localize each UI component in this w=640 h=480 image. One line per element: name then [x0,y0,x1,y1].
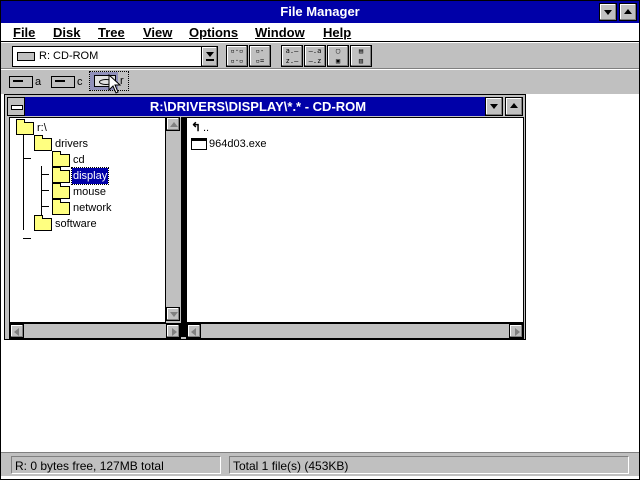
minimize-icon [604,10,612,15]
directory-title: R:\DRIVERS\DISPLAY\*.* - CD-ROM [149,99,367,114]
directory-maximize-button[interactable] [505,97,523,116]
arrow-up-icon [170,122,178,127]
drive-a[interactable]: a [9,73,45,91]
scroll-up-button[interactable] [166,117,180,131]
tree-node-label: software [55,218,97,230]
arrow-right-icon [172,328,177,336]
drive-dropdown-button[interactable] [201,47,217,66]
connect-network-drive-button[interactable]: ▫·▫ ▫·▫ [226,45,248,67]
menu-help-label: Help [323,25,352,40]
menu-disk-label: Disk [53,25,81,40]
sort-by-type-button[interactable]: —.a —.z [304,45,326,67]
scroll-right-button[interactable] [509,324,523,338]
directory-tree[interactable]: r:\ drivers cd display mouse network sof… [9,117,169,323]
tree-node-label: drivers [55,138,89,150]
title-bar[interactable]: File Manager [1,1,639,23]
floppy-drive-icon [9,76,33,88]
tree-node-label: r:\ [37,122,47,134]
arrow-right-icon [515,328,520,336]
minimize-icon [490,104,498,109]
drive-select[interactable]: R: CD-ROM [12,46,218,67]
menu-window-label: Window [255,25,305,40]
menu-disk[interactable]: Disk [51,24,82,41]
menu-tree-label: Tree [98,25,125,40]
open-folder-icon [16,119,34,135]
directory-minimize-button[interactable] [485,97,503,116]
maximize-button[interactable] [619,3,637,21]
arrow-left-icon [191,328,196,336]
sort-by-name-icon: a.— z.— [285,47,299,65]
tree-node-label: network [73,202,112,214]
arrow-left-icon [14,328,19,336]
cdrom-drive-icon [17,52,35,61]
folder-icon [52,183,70,199]
menu-file[interactable]: File [11,24,37,41]
menu-help[interactable]: Help [321,24,353,41]
status-bar: R: 0 bytes free, 127MB total Total 1 fil… [1,452,639,476]
maximize-icon [624,9,632,14]
tree-node-label: mouse [73,186,107,198]
copy-disk-icon: ▢ ▣ [335,47,341,65]
copy-disk-button[interactable]: ▢ ▣ [327,45,349,67]
directory-window: R:\DRIVERS\DISPLAY\*.* - CD-ROM r:\ driv… [4,94,526,340]
folder-icon [52,151,70,167]
sort-by-type-icon: —.a —.z [308,47,322,65]
drive-c[interactable]: c [51,73,87,91]
drive-bar: a c r [1,70,639,94]
folder-icon [34,215,52,231]
control-menu-button[interactable] [7,97,25,116]
file-list[interactable]: ↰ .. 964d03.exe [186,117,524,323]
files-horizontal-scrollbar[interactable] [186,323,524,339]
menu-file-label: File [13,25,36,40]
status-file-total: Total 1 file(s) (453KB) [229,456,629,474]
open-folder-icon [52,167,70,183]
minimize-button[interactable] [599,3,617,21]
scroll-right-button[interactable] [166,324,180,338]
executable-icon [191,138,207,150]
folder-icon [52,199,70,215]
app-title: File Manager [280,4,360,19]
menu-view[interactable]: View [141,24,174,41]
drive-select-value: R: CD-ROM [39,50,99,62]
menu-options[interactable]: Options [187,24,240,41]
mouse-pointer-icon [108,74,122,94]
directory-title-bar[interactable]: R:\DRIVERS\DISPLAY\*.* - CD-ROM [25,97,491,116]
properties-icon: ▤ ▥ [358,47,364,65]
menu-window[interactable]: Window [253,24,307,41]
drive-a-label: a [35,76,42,88]
arrow-down-icon [170,312,178,317]
scroll-down-button[interactable] [166,307,180,321]
tree-horizontal-scrollbar[interactable] [9,323,181,339]
properties-button[interactable]: ▤ ▥ [350,45,372,67]
sort-by-name-button[interactable]: a.— z.— [281,45,303,67]
menu-tree[interactable]: Tree [96,24,127,41]
tree-node-label-selected: display [70,167,110,185]
drive-c-label: c [77,76,83,88]
connect-network-drive-icon: ▫·▫ ▫·▫ [230,47,244,65]
hard-drive-icon [51,76,75,88]
menu-view-label: View [143,25,173,40]
open-folder-icon [34,135,52,151]
scroll-left-button[interactable] [187,324,201,338]
tree-node-label: cd [73,154,85,166]
file-label: .. [203,122,210,134]
tree-vertical-scrollbar[interactable] [165,117,181,323]
disconnect-network-drive-button[interactable]: ▫- ▫= [249,45,271,67]
scroll-left-button[interactable] [10,324,24,338]
status-drive-info: R: 0 bytes free, 127MB total [11,456,221,474]
dropdown-arrow-icon [206,52,214,57]
maximize-icon [510,103,518,108]
menu-bar: File Disk Tree View Options Window Help [1,23,639,42]
file-label: 964d03.exe [209,138,267,150]
menu-options-label: Options [189,25,239,40]
toolbar: R: CD-ROM ▫·▫ ▫·▫ ▫- ▫= a.— z.— —.a —.z ▢ ▣ ▤… [1,43,639,69]
disconnect-network-drive-icon: ▫- ▫= [255,47,265,65]
